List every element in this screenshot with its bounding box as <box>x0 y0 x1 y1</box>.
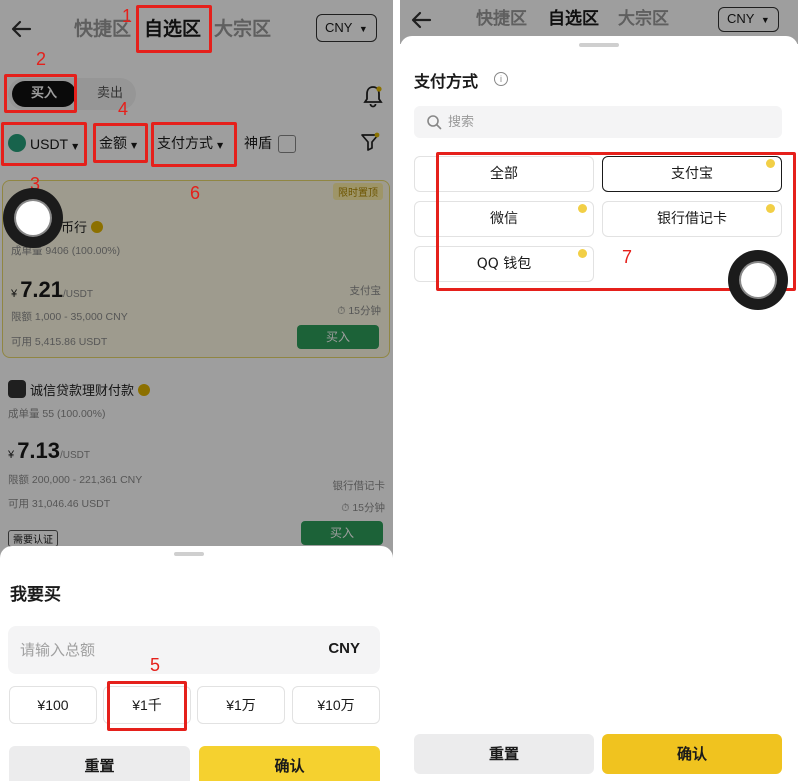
annotation-number-7: 7 <box>622 247 633 267</box>
info-icon[interactable]: i <box>494 72 508 86</box>
coin-badge-icon <box>578 249 587 258</box>
search-box[interactable] <box>414 106 782 138</box>
buy-amount-sheet: 我要买 CNY ¥100 ¥1千 ¥1万 ¥10万 重置 确认 <box>0 546 393 781</box>
left-screen: 快捷区 自选区 大宗区 CNY ▼ 买入 卖出 USDT ▼ 金额 ▼ 支付方式 ▼ … <box>0 0 393 781</box>
quick-amount-1k[interactable]: ¥1千 <box>103 686 191 724</box>
payment-option-bank-card[interactable]: 银行借记卡 <box>602 201 782 237</box>
touch-indicator <box>3 188 63 248</box>
sheet-grabber[interactable] <box>174 552 204 556</box>
amount-input-box[interactable]: CNY <box>8 626 380 674</box>
annotation-number-2: 2 <box>36 49 47 69</box>
sheet-grabber[interactable] <box>579 43 619 47</box>
coin-badge-icon <box>766 204 775 213</box>
amount-currency: CNY <box>328 640 360 657</box>
reset-button[interactable]: 重置 <box>414 734 594 774</box>
sheet-title: 我要买 <box>10 585 61 605</box>
confirm-button[interactable]: 确认 <box>199 746 380 781</box>
option-label: 支付宝 <box>671 166 713 182</box>
quick-amount-10k[interactable]: ¥1万 <box>197 686 285 724</box>
option-label: QQ 钱包 <box>476 256 532 272</box>
right-screen: 快捷区 自选区 大宗区 CNY ▼ 支付方式 i 全部 支付宝 微信 银行借记卡 <box>400 0 798 781</box>
annotation-number-5: 5 <box>150 655 161 675</box>
reset-button[interactable]: 重置 <box>9 746 190 781</box>
option-label: 微信 <box>490 211 518 227</box>
payment-option-wechat[interactable]: 微信 <box>414 201 594 237</box>
annotation-number-1: 1 <box>122 6 133 26</box>
dim-overlay[interactable] <box>0 0 393 560</box>
coin-badge-icon <box>766 159 775 168</box>
search-icon <box>426 114 442 130</box>
payment-method-sheet: 支付方式 i 全部 支付宝 微信 银行借记卡 QQ 钱包 重置 确认 <box>400 36 798 781</box>
coin-badge-icon <box>578 204 587 213</box>
payment-option-qq-wallet[interactable]: QQ 钱包 <box>414 246 594 282</box>
confirm-button[interactable]: 确认 <box>602 734 782 774</box>
annotation-number-6: 6 <box>190 183 201 203</box>
payment-option-alipay[interactable]: 支付宝 <box>602 156 782 192</box>
annotation-number-4: 4 <box>118 99 129 119</box>
sheet-title: 支付方式 <box>414 72 479 91</box>
option-label: 银行借记卡 <box>657 211 727 227</box>
payment-option-all[interactable]: 全部 <box>414 156 594 192</box>
quick-amount-100[interactable]: ¥100 <box>9 686 97 724</box>
quick-amount-100k[interactable]: ¥10万 <box>292 686 380 724</box>
search-input[interactable] <box>448 112 748 132</box>
touch-indicator <box>728 250 788 310</box>
